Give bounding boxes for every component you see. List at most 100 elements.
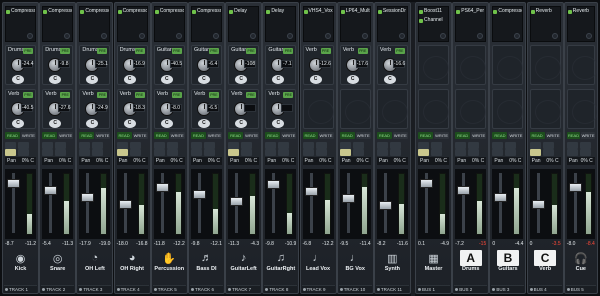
read-button[interactable]: READ	[79, 132, 95, 139]
strip-name[interactable]: BG Vox	[338, 266, 373, 272]
read-button[interactable]: READ	[116, 132, 132, 139]
pre-post-toggle[interactable]: PRE	[97, 48, 108, 54]
insert-active-led[interactable]	[266, 9, 271, 14]
insert-slots[interactable]: SessionDr	[376, 6, 408, 42]
send-pan-knob[interactable]: C	[160, 75, 173, 84]
mute-button[interactable]	[153, 142, 165, 149]
record-arm-icon[interactable]	[79, 288, 83, 292]
read-button[interactable]: READ	[339, 132, 355, 139]
pan-control[interactable]: Pan 0% C	[5, 157, 36, 165]
send-pan-knob[interactable]: C	[272, 75, 285, 84]
send-panel[interactable]: Verb PRE -24.9 C	[79, 89, 111, 129]
volume-fader[interactable]	[420, 179, 434, 188]
send-pan-knob[interactable]: C	[309, 75, 322, 84]
insert-slots[interactable]: PS64_Per	[455, 6, 487, 42]
insert-active-led[interactable]	[80, 9, 85, 14]
strip-name[interactable]: OH Right	[115, 266, 150, 272]
pan-control[interactable]: Pan 0% C	[265, 157, 297, 165]
mute-button[interactable]	[529, 142, 541, 149]
insert-slot[interactable]: Compressor	[493, 7, 522, 16]
pan-control[interactable]: Pan 0% C	[529, 157, 561, 165]
pre-post-toggle[interactable]: PRE	[320, 48, 331, 54]
send-panel[interactable]: Verb PRE -27.6 C	[42, 89, 74, 129]
send-pan-knob[interactable]: C	[86, 119, 99, 128]
volume-fader[interactable]	[568, 183, 582, 192]
mute-button[interactable]	[42, 142, 54, 149]
solo-button[interactable]	[542, 142, 554, 149]
read-button[interactable]: READ	[42, 132, 58, 139]
strip-name[interactable]: Cue	[565, 266, 597, 272]
pan-control[interactable]: Pan 0% C	[228, 157, 260, 165]
pre-post-toggle[interactable]: PRE	[60, 92, 71, 98]
pre-post-toggle[interactable]: PRE	[394, 48, 405, 54]
solo-button[interactable]	[468, 149, 480, 156]
strip-name[interactable]: Kick	[3, 266, 38, 272]
solo-button[interactable]	[505, 149, 517, 156]
insert-bypass-button[interactable]	[101, 33, 108, 39]
insert-slots[interactable]: VHS4_Vox	[302, 6, 334, 42]
record-arm-icon[interactable]	[265, 288, 269, 292]
insert-slots[interactable]: Delay	[228, 6, 260, 42]
volume-fader[interactable]	[494, 193, 508, 202]
mute-button[interactable]	[376, 142, 388, 149]
write-button[interactable]: WRITE	[206, 132, 222, 139]
solo-button[interactable]	[468, 142, 480, 149]
fader-track[interactable]	[160, 173, 164, 233]
mute-button[interactable]	[455, 142, 467, 149]
insert-slots[interactable]: Boost11 Channel	[418, 6, 450, 42]
insert-bypass-button[interactable]	[250, 33, 257, 39]
solo-button[interactable]	[18, 149, 29, 156]
insert-active-led[interactable]	[419, 9, 424, 14]
record-arm-icon[interactable]	[190, 288, 194, 292]
mute-button[interactable]	[529, 149, 541, 156]
write-button[interactable]: WRITE	[95, 132, 111, 139]
send-panel[interactable]	[339, 89, 371, 129]
send-panel[interactable]: Guitars PRE -6.4 C	[190, 45, 222, 85]
solo-button[interactable]	[579, 142, 591, 149]
send-pan-knob[interactable]: C	[123, 119, 136, 128]
write-button[interactable]: WRITE	[318, 132, 334, 139]
write-button[interactable]: WRITE	[581, 132, 595, 139]
insert-slots[interactable]: Compressor	[5, 6, 36, 42]
fader-track[interactable]	[49, 173, 53, 233]
insert-active-led[interactable]	[567, 9, 572, 14]
solo-button[interactable]	[129, 149, 141, 156]
read-button[interactable]: READ	[492, 132, 508, 139]
send-pan-knob[interactable]: C	[49, 119, 62, 128]
insert-slots[interactable]: Reverb	[566, 6, 595, 42]
send-panel[interactable]: Verb PRE C	[265, 89, 297, 129]
volume-fader[interactable]	[267, 180, 281, 189]
insert-active-led[interactable]	[43, 9, 48, 14]
strip-name[interactable]: Drums	[453, 266, 488, 272]
solo-button[interactable]	[352, 142, 364, 149]
insert-slot[interactable]: SessionDr	[377, 7, 407, 16]
read-button[interactable]: READ	[455, 132, 471, 139]
write-button[interactable]: WRITE	[132, 132, 148, 139]
solo-button[interactable]	[241, 142, 253, 149]
insert-slots[interactable]: Reverb	[529, 6, 561, 42]
volume-fader[interactable]	[155, 183, 169, 192]
send-pan-knob[interactable]: C	[160, 119, 173, 128]
insert-active-led[interactable]	[419, 18, 424, 23]
send-pan-knob[interactable]: C	[383, 75, 396, 84]
volume-fader[interactable]	[44, 186, 58, 195]
solo-button[interactable]	[92, 149, 104, 156]
strip-name[interactable]: Snare	[40, 266, 75, 272]
mute-button[interactable]	[190, 142, 202, 149]
send-pan-knob[interactable]: C	[12, 119, 24, 128]
insert-bypass-button[interactable]	[27, 33, 33, 39]
strip-name[interactable]: Percussion	[152, 266, 187, 272]
solo-button[interactable]	[278, 149, 290, 156]
send-pan-knob[interactable]: C	[49, 75, 62, 84]
record-arm-icon[interactable]	[339, 288, 343, 292]
insert-active-led[interactable]	[154, 9, 159, 14]
volume-fader[interactable]	[531, 200, 545, 209]
send-panel[interactable]: Verb PRE -17.6 C	[339, 45, 371, 85]
insert-slot[interactable]: Compressor	[6, 7, 35, 16]
solo-button[interactable]	[278, 142, 290, 149]
read-button[interactable]: READ	[529, 132, 545, 139]
solo-button[interactable]	[55, 142, 67, 149]
send-panel[interactable]: Drums PRE -24.4 C	[5, 45, 36, 85]
send-pan-knob[interactable]: C	[235, 75, 248, 84]
write-button[interactable]: WRITE	[434, 132, 450, 139]
